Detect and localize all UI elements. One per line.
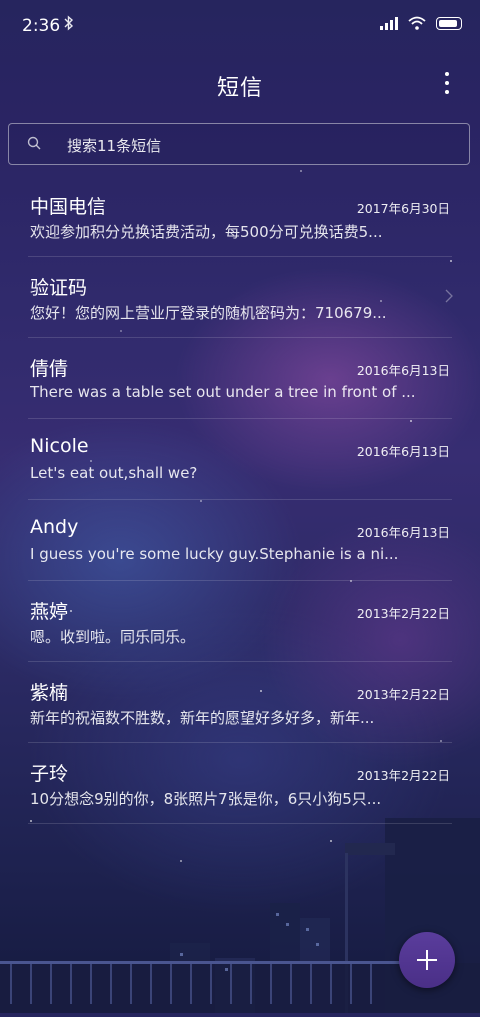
conversation-list: 中国电信 2017年6月30日 欢迎参加积分兑换话费活动，每500分可兑换话费5… — [0, 176, 480, 824]
conversation-row[interactable]: 燕婷 2013年2月22日 嗯。收到啦。同乐同乐。 — [28, 581, 452, 662]
contact-name: 紫楠 — [30, 682, 69, 704]
message-date: 2016年6月13日 — [356, 444, 450, 459]
chevron-right-icon — [445, 289, 453, 303]
contact-name: 子玲 — [30, 763, 69, 785]
conversation-row[interactable]: 验证码 您好！您的网上营业厅登录的随机密码为：710679... — [28, 257, 453, 338]
search-icon — [27, 136, 41, 150]
bluetooth-icon — [64, 15, 74, 35]
message-preview: Let's eat out,shall we? — [30, 464, 198, 482]
message-preview: 您好！您的网上营业厅登录的随机密码为：710679... — [30, 304, 387, 322]
contact-name: 中国电信 — [30, 196, 107, 218]
message-date: 2017年6月30日 — [356, 201, 450, 216]
message-preview: 10分想念9别的你，8张照片7张是你，6只小狗5只... — [30, 790, 382, 808]
wifi-icon — [408, 16, 426, 30]
search-input[interactable]: 搜索11条短信 — [8, 123, 470, 165]
message-date: 2013年2月22日 — [356, 687, 450, 702]
signal-icon — [380, 16, 398, 30]
message-preview: 欢迎参加积分兑换话费活动，每500分可兑换话费5... — [30, 223, 383, 241]
conversation-row[interactable]: Andy 2016年6月13日 I guess you're some luck… — [28, 500, 452, 581]
contact-name: 燕婷 — [30, 601, 69, 623]
more-vertical-icon[interactable] — [444, 72, 450, 94]
message-date: 2013年2月22日 — [356, 606, 450, 621]
conversation-row[interactable]: 紫楠 2013年2月22日 新年的祝福数不胜数，新年的愿望好多好多，新年... — [28, 662, 452, 743]
app-header: 短信 — [0, 54, 480, 114]
status-bar: 2:36 — [0, 0, 480, 54]
new-message-button[interactable] — [399, 932, 455, 988]
search-placeholder: 搜索11条短信 — [67, 137, 162, 155]
contact-name: 倩倩 — [30, 358, 69, 380]
conversation-row[interactable]: Nicole 2016年6月13日 Let's eat out,shall we… — [28, 419, 452, 500]
conversation-row[interactable]: 中国电信 2017年6月30日 欢迎参加积分兑换话费活动，每500分可兑换话费5… — [28, 176, 452, 257]
contact-name: Andy — [30, 516, 79, 538]
contact-name: Nicole — [30, 435, 89, 457]
battery-icon — [436, 16, 462, 30]
message-preview: 新年的祝福数不胜数，新年的愿望好多好多，新年... — [30, 709, 375, 727]
page-title: 短信 — [216, 76, 263, 101]
message-date: 2016年6月13日 — [356, 363, 450, 378]
message-preview: I guess you're some lucky guy.Stephanie … — [30, 545, 399, 563]
message-preview: There was a table set out under a tree i… — [30, 383, 416, 401]
conversation-row[interactable]: 子玲 2013年2月22日 10分想念9别的你，8张照片7张是你，6只小狗5只.… — [28, 743, 452, 824]
message-date: 2016年6月13日 — [356, 525, 450, 540]
message-preview: 嗯。收到啦。同乐同乐。 — [30, 628, 196, 646]
contact-name: 验证码 — [30, 277, 88, 299]
status-time: 2:36 — [22, 16, 61, 36]
message-date: 2013年2月22日 — [356, 768, 450, 783]
conversation-row[interactable]: 倩倩 2016年6月13日 There was a table set out … — [28, 338, 452, 419]
